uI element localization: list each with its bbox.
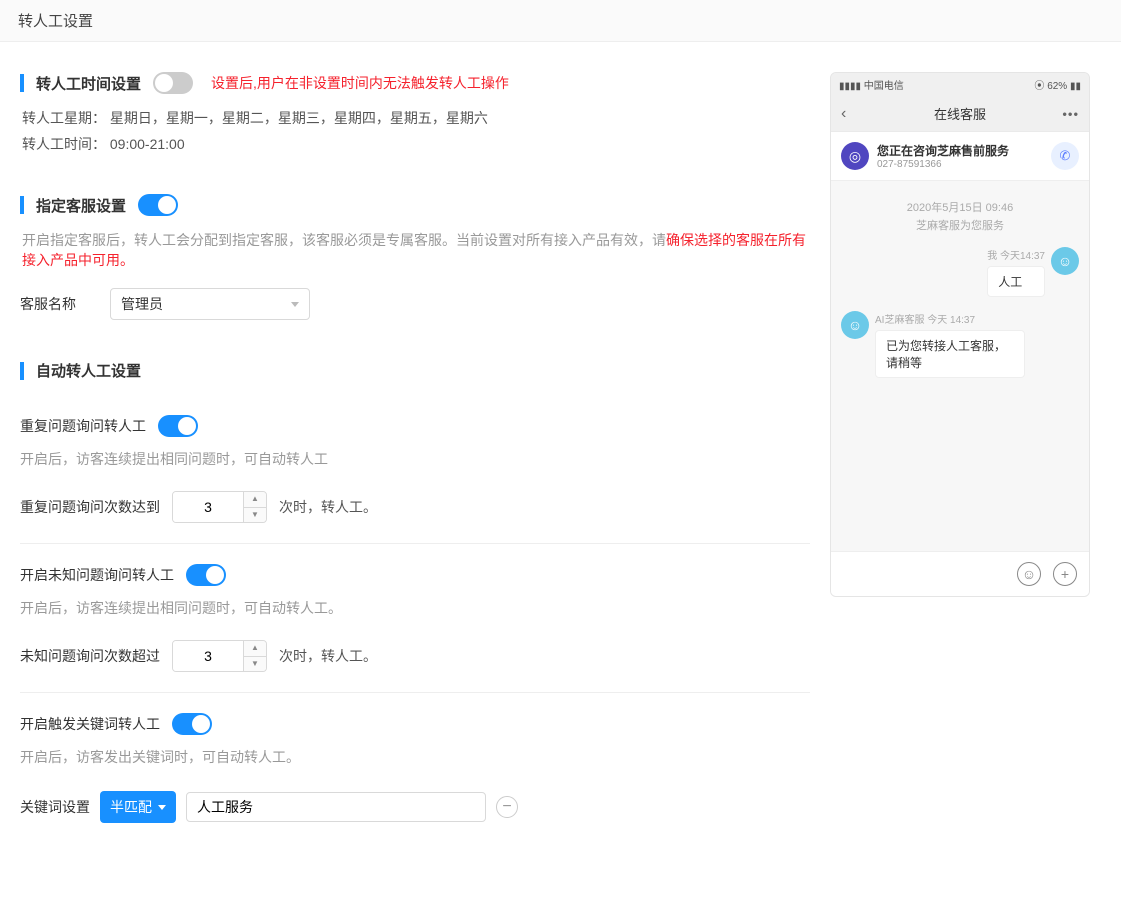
battery-label: ⦿ 62% ▮▮	[1034, 77, 1081, 92]
emoji-icon[interactable]: ☺	[1017, 562, 1041, 586]
unknown-count-up[interactable]: ▲	[244, 641, 266, 657]
agent-desc-text: 开启指定客服后，转人工会分配到指定客服，该客服必须是专属客服。当前设置对所有接入…	[22, 232, 666, 248]
repeat-count-up[interactable]: ▲	[244, 492, 266, 508]
page-title: 转人工设置	[0, 0, 1121, 42]
repeat-label: 重复问题询问转人工	[20, 416, 146, 436]
bot-bubble: 已为您转接人工客服，请稍等	[875, 330, 1025, 378]
user-bubble: 人工	[987, 266, 1045, 297]
chat-body: 2020年5月15日 09:46 芝麻客服为您服务 我 今天14:37 人工 ☺…	[831, 181, 1089, 551]
repeat-count-input[interactable]	[173, 492, 243, 522]
keyword-setting-label: 关键词设置	[20, 797, 90, 817]
service-avatar-icon: ◎	[841, 142, 869, 170]
minus-icon: −	[502, 799, 511, 815]
agent-desc: 开启指定客服后，转人工会分配到指定客服，该客服必须是专属客服。当前设置对所有接入…	[22, 230, 810, 270]
bot-message: ☺ AI芝麻客服 今天 14:37 已为您转接人工客服，请稍等	[841, 311, 1079, 378]
repeat-count-suffix: 次时，转人工。	[279, 497, 377, 517]
repeat-count-input-wrap: ▲ ▼	[172, 491, 267, 523]
service-name: 您正在咨询芝麻售前服务	[877, 142, 1009, 159]
user-avatar-icon: ☺	[1051, 247, 1079, 275]
service-bar: ◎ 您正在咨询芝麻售前服务 027-87591366 ✆	[831, 132, 1089, 181]
section-time-title: 转人工时间设置	[36, 73, 141, 94]
section-agent-title: 指定客服设置	[36, 195, 126, 216]
repeat-block: 重复问题询问转人工 开启后，访客连续提出相同问题时，可自动转人工 重复问题询问次…	[20, 395, 810, 544]
carrier-label: ▮▮▮▮ 中国电信	[839, 77, 904, 92]
keyword-block: 开启触发关键词转人工 开启后，访客发出关键词时，可自动转人工。 关键词设置 半匹…	[20, 693, 810, 843]
keyword-desc: 开启后，访客发出关键词时，可自动转人工。	[20, 747, 810, 767]
unknown-count-prefix: 未知问题询问次数超过	[20, 646, 160, 666]
section-auto: 自动转人工设置 重复问题询问转人工 开启后，访客连续提出相同问题时，可自动转人工…	[20, 360, 810, 843]
agent-toggle[interactable]	[138, 194, 178, 216]
keyword-label: 开启触发关键词转人工	[20, 714, 160, 734]
bot-avatar-icon: ☺	[841, 311, 869, 339]
chat-subtitle: 芝麻客服为您服务	[841, 217, 1079, 233]
chevron-down-icon	[291, 302, 299, 307]
section-bar	[20, 74, 24, 92]
signal-icon: ▮▮▮▮	[839, 81, 861, 92]
section-auto-title: 自动转人工设置	[36, 360, 141, 381]
keyword-input[interactable]	[186, 792, 486, 822]
repeat-count-prefix: 重复问题询问次数达到	[20, 497, 160, 517]
phone-status-bar: ▮▮▮▮ 中国电信 ⦿ 62% ▮▮	[831, 73, 1089, 96]
unknown-desc: 开启后，访客连续提出相同问题时，可自动转人工。	[20, 598, 810, 618]
section-bar	[20, 362, 24, 380]
call-icon[interactable]: ✆	[1051, 142, 1079, 170]
time-line: 转人工时间： 09:00-21:00	[22, 134, 810, 154]
agent-name-select[interactable]: 管理员	[110, 288, 310, 320]
phone-footer: ☺ +	[831, 551, 1089, 596]
user-meta: 我 今天14:37	[987, 247, 1045, 262]
section-time: 转人工时间设置 设置后,用户在非设置时间内无法触发转人工操作 转人工星期： 星期…	[20, 72, 810, 154]
weekday-line: 转人工星期： 星期日，星期一，星期二，星期三，星期四，星期五，星期六	[22, 108, 810, 128]
match-mode-select[interactable]: 半匹配	[100, 791, 176, 823]
agent-name-label: 客服名称	[20, 294, 100, 314]
time-toggle[interactable]	[153, 72, 193, 94]
remove-keyword-button[interactable]: −	[496, 796, 518, 818]
weekday-value: 星期日，星期一，星期二，星期三，星期四，星期五，星期六	[110, 110, 488, 126]
phone-header: ‹ 在线客服 •••	[831, 96, 1089, 132]
add-icon[interactable]: +	[1053, 562, 1077, 586]
preview-panel: ▮▮▮▮ 中国电信 ⦿ 62% ▮▮ ‹ 在线客服 ••• ◎ 您正在咨询芝麻售…	[830, 72, 1090, 883]
weekday-label: 转人工星期：	[22, 110, 106, 126]
service-phone: 027-87591366	[877, 159, 1009, 170]
match-mode-value: 半匹配	[110, 797, 152, 817]
more-icon[interactable]: •••	[1062, 106, 1079, 121]
repeat-desc: 开启后，访客连续提出相同问题时，可自动转人工	[20, 449, 810, 469]
section-agent: 指定客服设置 开启指定客服后，转人工会分配到指定客服，该客服必须是专属客服。当前…	[20, 194, 810, 320]
phone-title: 在线客服	[934, 107, 986, 122]
unknown-count-input[interactable]	[173, 641, 243, 671]
keyword-toggle[interactable]	[172, 713, 212, 735]
time-label: 转人工时间：	[22, 136, 106, 152]
user-message: 我 今天14:37 人工 ☺	[841, 247, 1079, 297]
phone-preview: ▮▮▮▮ 中国电信 ⦿ 62% ▮▮ ‹ 在线客服 ••• ◎ 您正在咨询芝麻售…	[830, 72, 1090, 597]
repeat-count-down[interactable]: ▼	[244, 508, 266, 523]
agent-name-row: 客服名称 管理员	[20, 288, 810, 320]
bot-meta: AI芝麻客服 今天 14:37	[875, 311, 1025, 326]
unknown-block: 开启未知问题询问转人工 开启后，访客连续提出相同问题时，可自动转人工。 未知问题…	[20, 544, 810, 693]
time-value: 09:00-21:00	[110, 136, 185, 152]
time-hint: 设置后,用户在非设置时间内无法触发转人工操作	[211, 73, 509, 93]
unknown-count-input-wrap: ▲ ▼	[172, 640, 267, 672]
chevron-down-icon	[158, 805, 166, 810]
back-icon[interactable]: ‹	[841, 105, 846, 123]
settings-panel: 转人工时间设置 设置后,用户在非设置时间内无法触发转人工操作 转人工星期： 星期…	[20, 72, 810, 883]
repeat-toggle[interactable]	[158, 415, 198, 437]
unknown-count-down[interactable]: ▼	[244, 657, 266, 672]
unknown-count-suffix: 次时，转人工。	[279, 646, 377, 666]
section-bar	[20, 196, 24, 214]
unknown-label: 开启未知问题询问转人工	[20, 565, 174, 585]
unknown-toggle[interactable]	[186, 564, 226, 586]
chat-date: 2020年5月15日 09:46	[841, 199, 1079, 215]
agent-name-value: 管理员	[121, 294, 163, 314]
